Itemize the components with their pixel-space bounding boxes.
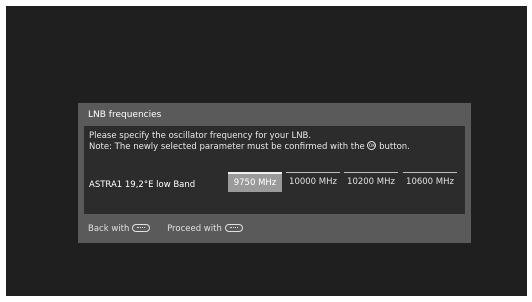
instruction-line-2-end: button. xyxy=(379,142,410,152)
option-10000-mhz[interactable]: 10000 MHz xyxy=(286,172,340,191)
option-10600-mhz[interactable]: 10600 MHz xyxy=(403,172,457,191)
dialog-title: LNB frequencies xyxy=(88,110,162,120)
instruction-line-2: Note: The newly selected parameter must … xyxy=(89,141,410,153)
forward-key-icon xyxy=(224,223,243,232)
tv-screen: LNB frequencies Please specify the oscil… xyxy=(6,6,527,296)
instruction-line-1: Please specify the oscillator frequency … xyxy=(89,131,312,141)
option-10200-mhz[interactable]: 10200 MHz xyxy=(344,172,398,191)
instructions: Please specify the oscillator frequency … xyxy=(89,131,410,153)
back-key-icon xyxy=(132,223,151,232)
lnb-frequencies-dialog: LNB frequencies Please specify the oscil… xyxy=(78,103,471,243)
lnb-band-label: ASTRA1 19,2°E low Band xyxy=(89,180,196,190)
proceed-hint[interactable]: Proceed with xyxy=(167,223,243,234)
proceed-label: Proceed with xyxy=(167,224,222,234)
option-9750-mhz[interactable]: 9750 MHz xyxy=(228,172,282,192)
back-label: Back with xyxy=(88,224,130,234)
back-hint[interactable]: Back with xyxy=(88,223,151,234)
instruction-line-2-text: Note: The newly selected parameter must … xyxy=(89,142,365,152)
ok-button-icon: OK xyxy=(367,141,377,150)
dialog-footer: Back with Proceed with xyxy=(88,223,257,234)
dialog-body: Please specify the oscillator frequency … xyxy=(84,126,465,214)
